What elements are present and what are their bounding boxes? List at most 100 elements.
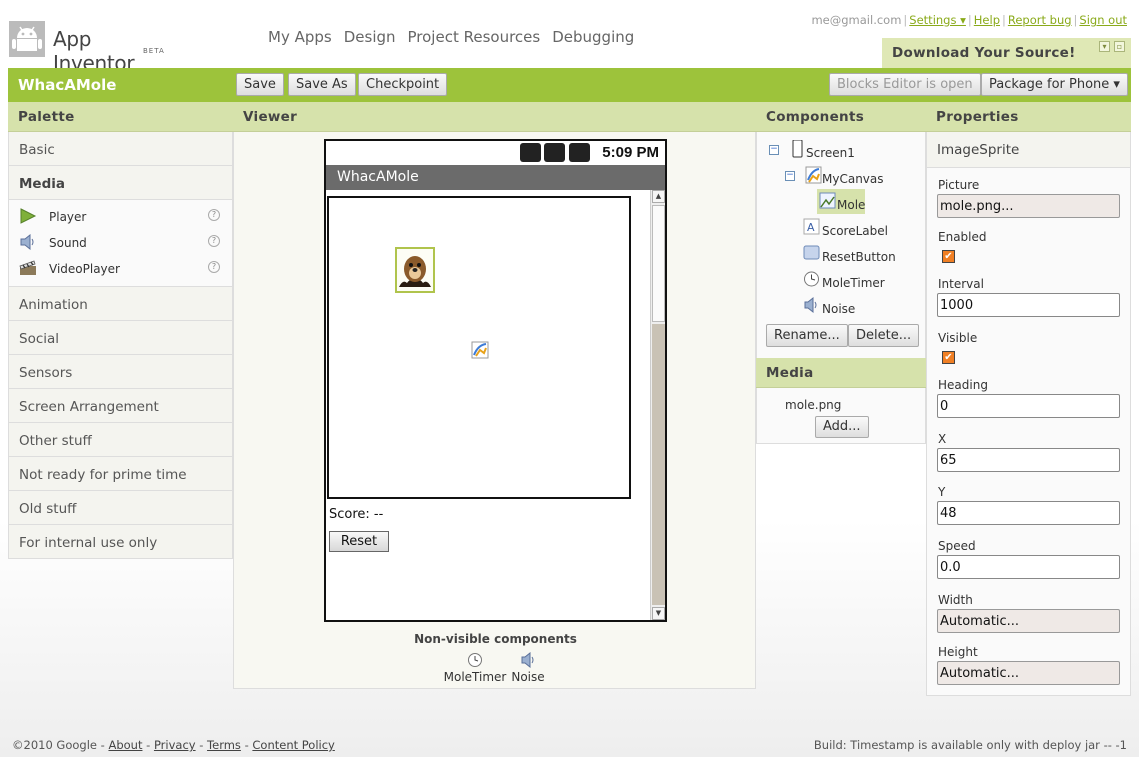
- palette-category-screen-arrangement[interactable]: Screen Arrangement: [8, 389, 233, 423]
- viewer-header: Viewer: [233, 102, 756, 132]
- palette-item-label: VideoPlayer: [49, 262, 120, 276]
- help-icon[interactable]: ?: [208, 235, 220, 247]
- clapperboard-icon: [19, 260, 36, 275]
- scroll-up-arrow-icon[interactable]: ▲: [652, 190, 665, 203]
- collapse-toggle-icon[interactable]: −: [769, 145, 779, 155]
- palette-category-not-ready[interactable]: Not ready for prime time: [8, 457, 233, 491]
- palette-category-sensors[interactable]: Sensors: [8, 355, 233, 389]
- visible-checkbox[interactable]: ✔: [942, 351, 955, 364]
- nonvisible-noise[interactable]: Noise: [493, 652, 563, 684]
- my-canvas[interactable]: [327, 196, 631, 499]
- help-link[interactable]: Help: [974, 13, 1000, 27]
- scroll-track[interactable]: [652, 324, 665, 605]
- viewer-title: Viewer: [243, 109, 298, 125]
- delete-button[interactable]: Delete...: [848, 324, 920, 347]
- media-panel: mole.png Add...: [756, 388, 926, 444]
- components-panel: − Screen1 − MyCanvas Mole A ScoreLabel R…: [756, 132, 926, 360]
- enabled-checkbox[interactable]: ✔: [942, 250, 955, 263]
- heading-label: Heading: [938, 378, 988, 392]
- nonvisible-title: Non-visible components: [414, 632, 577, 646]
- palette-header: Palette: [8, 102, 233, 132]
- footer-about-link[interactable]: About: [108, 738, 142, 752]
- x-label: X: [938, 432, 947, 446]
- user-email: me@gmail.com: [811, 13, 902, 27]
- palette-item-videoplayer[interactable]: VideoPlayer ?: [9, 256, 232, 282]
- clock-icon: [804, 271, 819, 287]
- help-icon[interactable]: ?: [208, 209, 220, 221]
- settings-link[interactable]: Settings ▾: [909, 13, 966, 27]
- top-header: App Inventor BETA My Apps Design Project…: [0, 0, 1139, 75]
- image-sprite-icon: [819, 192, 836, 209]
- palette-item-player[interactable]: Player ?: [9, 204, 232, 230]
- x-input[interactable]: [937, 448, 1120, 472]
- scroll-down-arrow-icon[interactable]: ▼: [652, 607, 665, 620]
- nav-project-resources[interactable]: Project Resources: [408, 28, 541, 46]
- scroll-thumb[interactable]: [652, 205, 665, 322]
- save-as-button[interactable]: Save As: [288, 73, 356, 96]
- nonvisible-label: Noise: [511, 670, 545, 684]
- enabled-label: Enabled: [938, 230, 987, 244]
- height-label: Height: [938, 645, 978, 659]
- footer-terms-link[interactable]: Terms: [207, 738, 241, 752]
- speed-label: Speed: [938, 539, 976, 553]
- phone-scrollbar[interactable]: ▲ ▼: [650, 190, 665, 620]
- palette-panel: Basic Media Player ? Sound ? VideoPlayer…: [8, 132, 233, 559]
- checkpoint-button[interactable]: Checkpoint: [358, 73, 448, 96]
- blocks-editor-button[interactable]: Blocks Editor is open: [829, 73, 981, 96]
- restore-icon[interactable]: ▫: [1114, 41, 1125, 52]
- height-chooser[interactable]: [937, 661, 1120, 685]
- tree-label: Noise: [822, 302, 856, 316]
- y-input[interactable]: [937, 501, 1120, 525]
- reset-button[interactable]: Reset: [329, 531, 389, 552]
- nav-my-apps[interactable]: My Apps: [268, 28, 332, 46]
- palette-category-media[interactable]: Media: [8, 166, 233, 200]
- package-for-phone-button[interactable]: Package for Phone ▾: [981, 73, 1128, 96]
- palette-category-animation[interactable]: Animation: [8, 287, 233, 321]
- interval-input[interactable]: [937, 293, 1120, 317]
- speaker-icon: [521, 652, 534, 668]
- picture-label: Picture: [938, 178, 980, 192]
- media-header: Media: [756, 358, 926, 388]
- footer-privacy-link[interactable]: Privacy: [154, 738, 196, 752]
- picture-chooser[interactable]: [937, 194, 1120, 218]
- palette-category-old-stuff[interactable]: Old stuff: [8, 491, 233, 525]
- properties-panel: ImageSprite Picture Enabled ✔ Interval V…: [926, 132, 1131, 696]
- nav-design[interactable]: Design: [344, 28, 396, 46]
- phone-clock: 5:09 PM: [602, 144, 659, 161]
- width-chooser[interactable]: [937, 609, 1120, 633]
- heading-input[interactable]: [937, 394, 1120, 418]
- properties-header: Properties: [926, 102, 1131, 132]
- score-label: Score: --: [329, 507, 384, 522]
- tree-label: Screen1: [806, 146, 855, 160]
- palette-category-basic[interactable]: Basic: [8, 132, 233, 166]
- add-media-button[interactable]: Add...: [815, 416, 869, 438]
- nav-debugging[interactable]: Debugging: [552, 28, 634, 46]
- palette-category-other-stuff[interactable]: Other stuff: [8, 423, 233, 457]
- palette-title: Palette: [18, 109, 75, 125]
- logo-beta: BETA: [143, 47, 165, 55]
- download-source-label: Download Your Source!: [892, 45, 1076, 61]
- media-title: Media: [766, 365, 814, 381]
- gprs-icon: [520, 143, 541, 162]
- properties-title: Properties: [936, 109, 1019, 125]
- help-icon[interactable]: ?: [208, 261, 220, 273]
- minimize-icon[interactable]: ▾: [1099, 41, 1110, 52]
- media-file-item[interactable]: mole.png: [785, 398, 841, 412]
- report-bug-link[interactable]: Report bug: [1008, 13, 1072, 27]
- sign-out-link[interactable]: Sign out: [1079, 13, 1127, 27]
- visible-label: Visible: [938, 331, 978, 345]
- footer-links: ©2010 Google - About - Privacy - Terms -…: [12, 738, 335, 752]
- palette-item-sound[interactable]: Sound ?: [9, 230, 232, 256]
- rename-button[interactable]: Rename...: [766, 324, 848, 347]
- app-inventor-logo[interactable]: App Inventor BETA: [8, 18, 178, 75]
- palette-category-social[interactable]: Social: [8, 321, 233, 355]
- tree-label: ResetButton: [822, 250, 896, 264]
- footer-content-policy-link[interactable]: Content Policy: [252, 738, 334, 752]
- download-source-box[interactable]: Download Your Source! ▾ ▫: [882, 38, 1131, 68]
- save-button[interactable]: Save: [236, 73, 284, 96]
- palette-category-internal[interactable]: For internal use only: [8, 525, 233, 559]
- collapse-toggle-icon[interactable]: −: [785, 171, 795, 181]
- mole-sprite[interactable]: [395, 247, 435, 293]
- mole-image-icon: [399, 256, 431, 287]
- speed-input[interactable]: [937, 555, 1120, 579]
